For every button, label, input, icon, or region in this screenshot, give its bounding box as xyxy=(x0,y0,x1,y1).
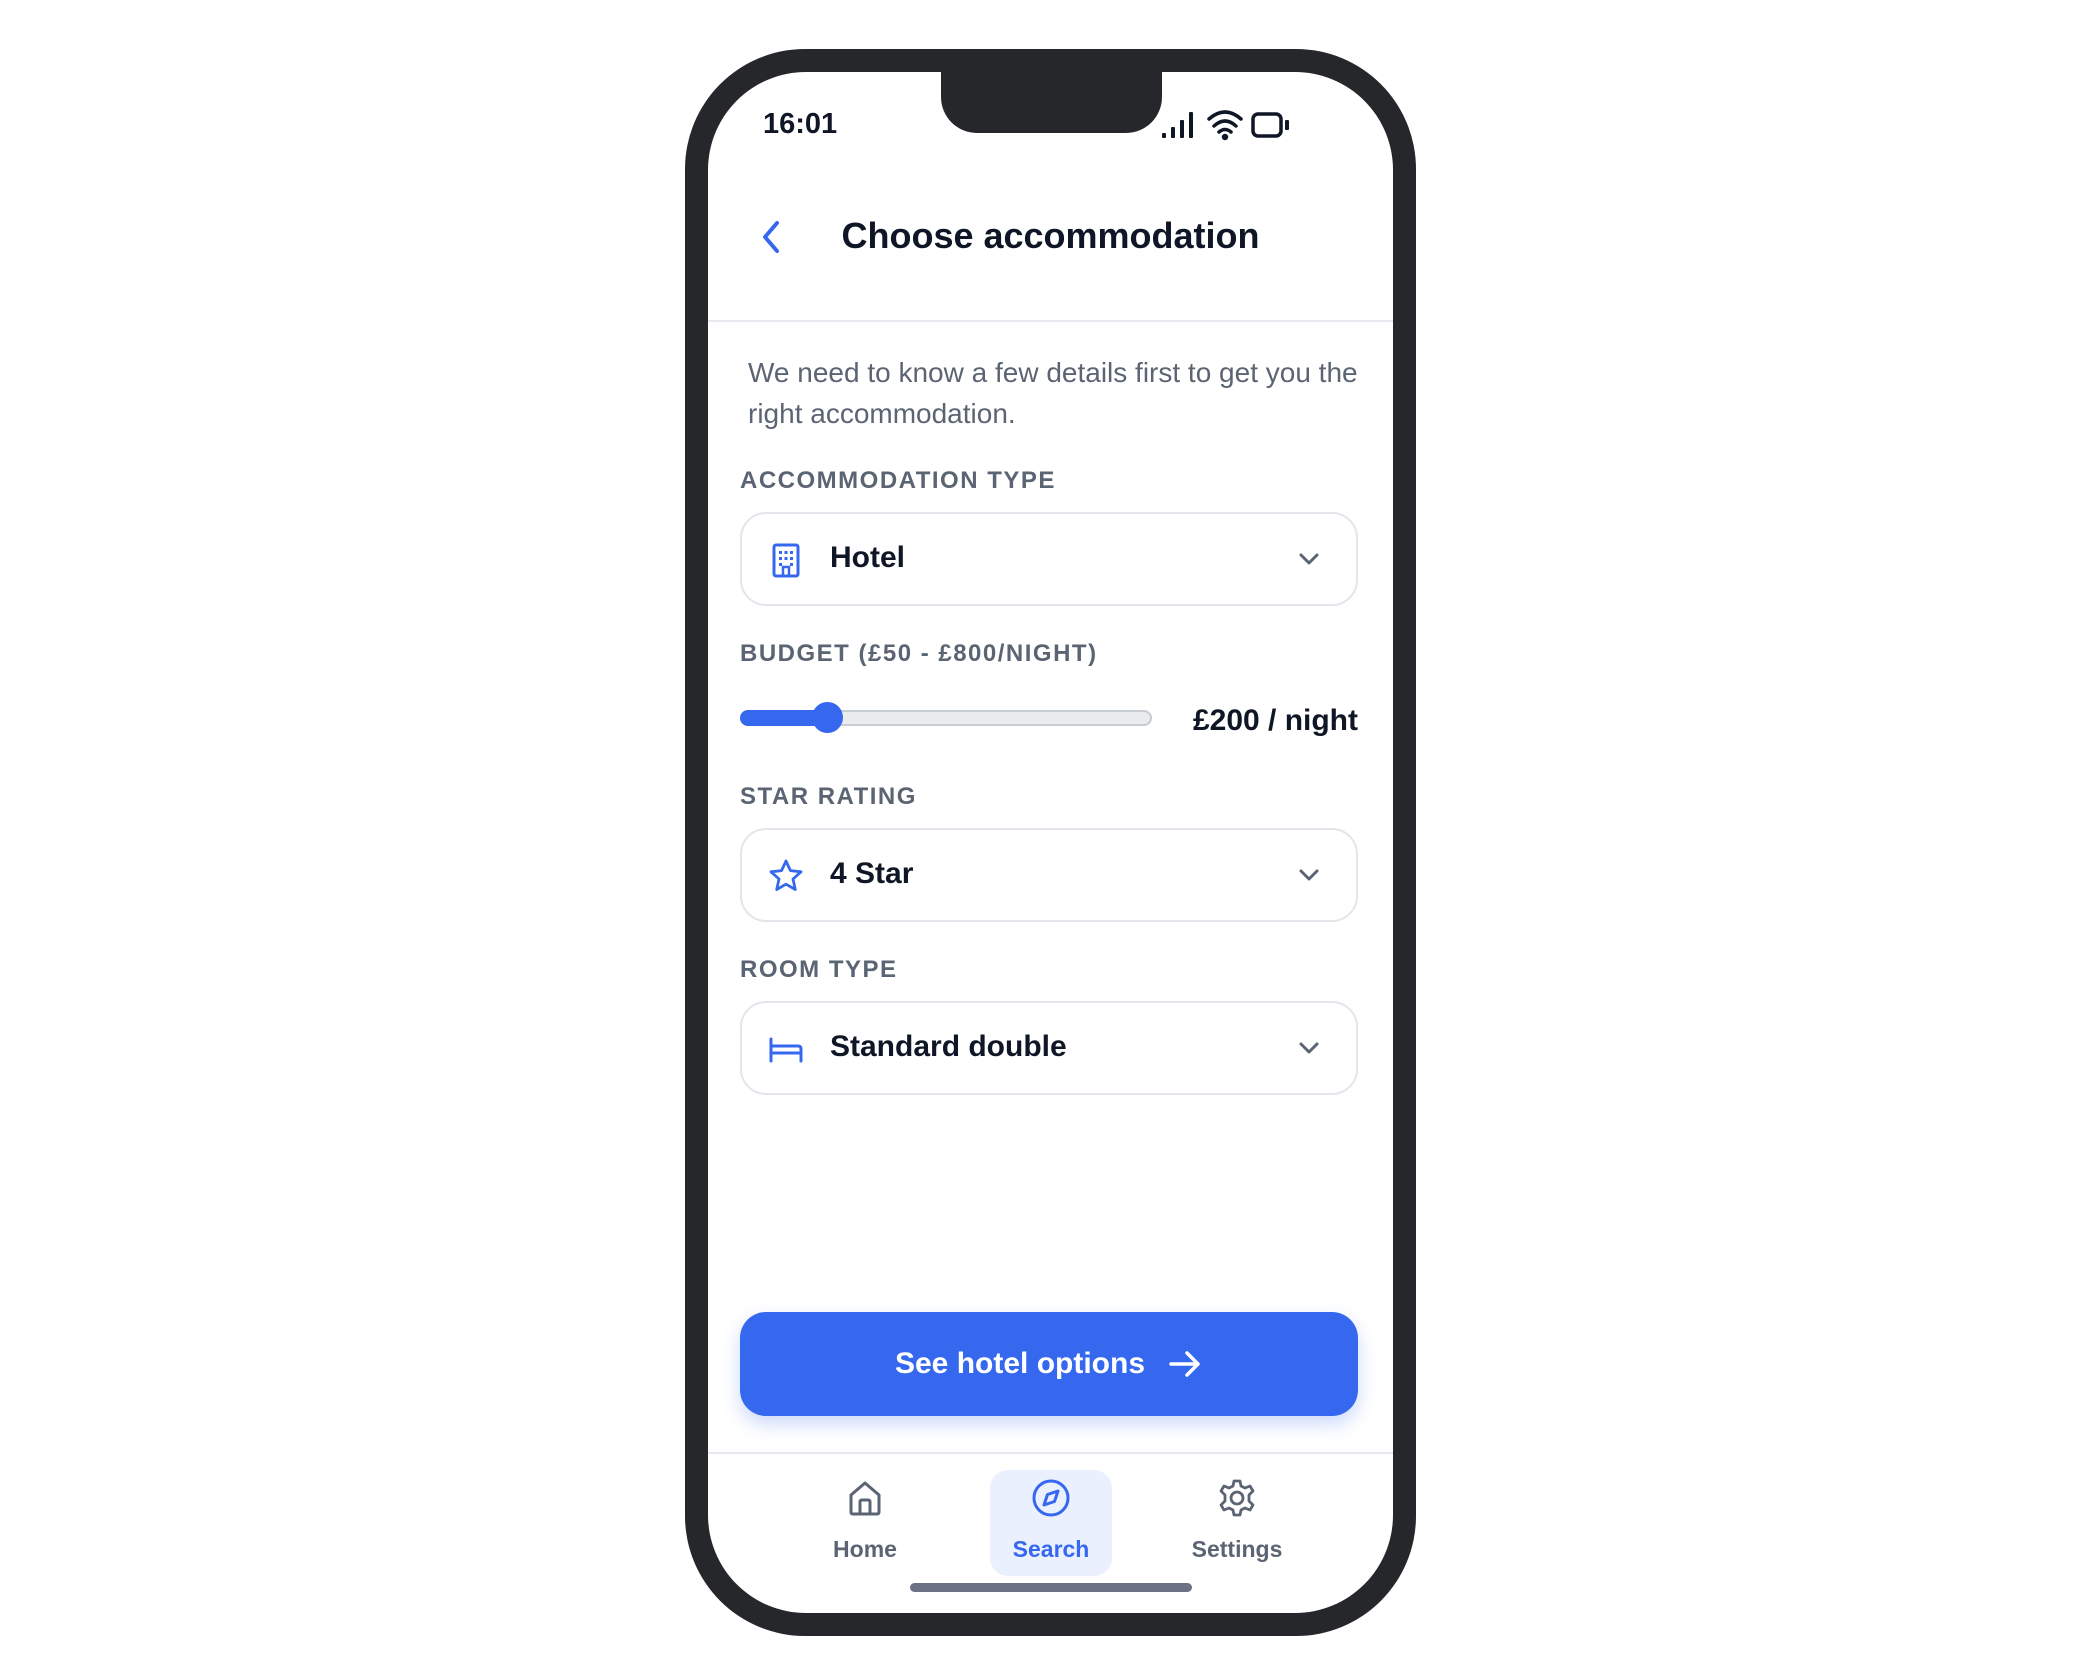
tab-home[interactable]: Home xyxy=(804,1470,926,1576)
budget-label: BUDGET (£50 - £800/NIGHT) xyxy=(740,640,1098,667)
header-divider xyxy=(708,320,1393,322)
star-rating-label: STAR RATING xyxy=(740,783,917,810)
page-title: Choose accommodation xyxy=(841,215,1260,256)
chevron-down-icon xyxy=(1299,553,1319,565)
room-type-select[interactable]: Standard double xyxy=(740,1001,1358,1095)
intro-text: We need to know a few details first to g… xyxy=(748,357,1358,429)
slider-thumb[interactable] xyxy=(812,702,844,733)
tab-home-label: Home xyxy=(833,1536,897,1562)
chevron-down-icon xyxy=(1299,1042,1319,1054)
home-indicator xyxy=(910,1583,1192,1592)
cta-label: See hotel options xyxy=(894,1347,1146,1380)
tab-settings[interactable]: Settings xyxy=(1176,1470,1298,1576)
status-icons xyxy=(1162,110,1289,141)
room-type-label: ROOM TYPE xyxy=(740,956,898,983)
budget-value: £200 / night xyxy=(1192,704,1358,737)
tab-search[interactable]: Search xyxy=(990,1470,1112,1576)
compass-icon xyxy=(1032,1479,1070,1517)
nav-header: Choose accommodation xyxy=(708,202,1393,272)
battery-icon xyxy=(1251,112,1289,138)
building-icon xyxy=(772,543,800,578)
tabbar-divider xyxy=(708,1452,1393,1454)
accommodation-type-select[interactable]: Hotel xyxy=(740,512,1358,606)
tab-settings-label: Settings xyxy=(1191,1536,1283,1562)
notch xyxy=(941,72,1162,133)
home-icon xyxy=(849,1481,881,1516)
bed-icon xyxy=(769,1037,803,1063)
see-hotel-options-button[interactable]: See hotel options xyxy=(740,1312,1358,1416)
budget-slider[interactable] xyxy=(740,700,1152,734)
gear-icon xyxy=(1219,1479,1255,1517)
star-rating-value: 4 Star xyxy=(830,857,914,890)
status-time: 16:01 xyxy=(763,108,838,140)
accommodation-type-label: ACCOMMODATION TYPE xyxy=(740,467,1056,494)
chevron-down-icon xyxy=(1299,869,1319,881)
room-type-value: Standard double xyxy=(830,1030,1067,1063)
tab-search-label: Search xyxy=(1012,1536,1090,1562)
star-rating-select[interactable]: 4 Star xyxy=(740,828,1358,922)
star-icon xyxy=(769,859,803,891)
signal-icon xyxy=(1162,112,1193,138)
wifi-icon xyxy=(1207,110,1243,141)
accommodation-type-value: Hotel xyxy=(830,541,905,574)
phone-frame: 16:01 Choose accommodation We need to kn… xyxy=(685,49,1416,1636)
screen: 16:01 Choose accommodation We need to kn… xyxy=(708,72,1393,1613)
arrow-right-icon xyxy=(1169,1351,1200,1377)
